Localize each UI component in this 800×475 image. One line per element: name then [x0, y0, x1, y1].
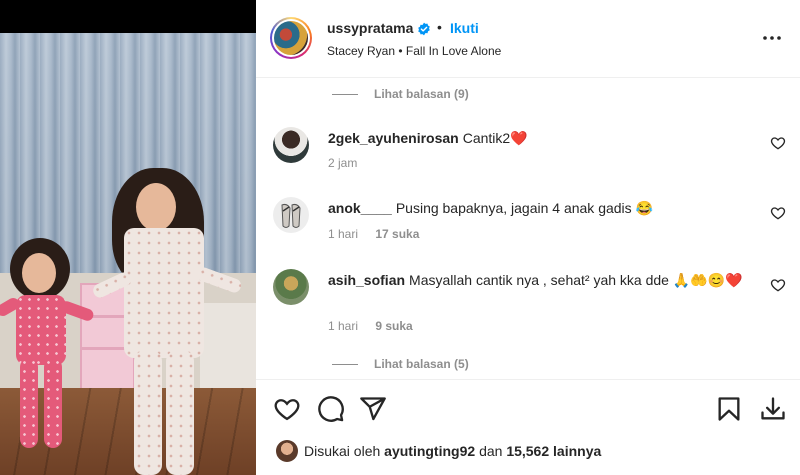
likes-suffix[interactable]: lainnya: [553, 443, 601, 459]
view-replies-button[interactable]: Lihat balasan (5): [332, 357, 469, 371]
sandals-image: [281, 203, 301, 228]
commenter-avatar[interactable]: [273, 197, 309, 233]
liker-username[interactable]: ayutingting92: [384, 443, 475, 459]
video-frame: [0, 33, 256, 475]
comment-body: Pusing bapaknya, jagain 4 anak gadis 😂: [395, 200, 653, 216]
comment-time[interactable]: 1 hari: [328, 319, 358, 333]
liker-avatar[interactable]: [276, 440, 298, 462]
post-actions-bar: Disukai oleh ayutingting92 dan 15,562 la…: [256, 379, 800, 475]
heart-icon[interactable]: [273, 395, 301, 423]
verified-badge-icon: [418, 22, 430, 36]
comment-text: anok____ Pusing bapaknya, jagain 4 anak g…: [328, 198, 748, 218]
comments-list[interactable]: Lihat balasan (9) 2gek_ayuhenirosan Canti…: [256, 79, 800, 379]
likes-middle: dan: [479, 443, 503, 459]
commenter-username[interactable]: 2gek_ayuhenirosan: [328, 130, 459, 146]
audio-track-link[interactable]: Stacey Ryan • Fall In Love Alone: [327, 44, 501, 58]
post-details-panel: ussypratama • Ikuti Stacey Ryan • Fall I…: [256, 0, 800, 475]
comment-like-heart-icon[interactable]: [770, 205, 786, 221]
comment-like-heart-icon[interactable]: [770, 135, 786, 151]
comment-bubble-icon[interactable]: [317, 395, 345, 423]
view-replies-button[interactable]: Lihat balasan (9): [332, 87, 469, 101]
author-avatar[interactable]: [270, 17, 312, 59]
commenter-username[interactable]: anok____: [328, 200, 392, 216]
commenter-username[interactable]: asih_sofian: [328, 272, 405, 288]
follow-button[interactable]: Ikuti: [450, 20, 479, 36]
post-video[interactable]: [0, 0, 256, 475]
more-options-icon[interactable]: [760, 28, 784, 48]
likes-prefix: Disukai oleh: [304, 443, 381, 459]
comment-text: 2gek_ayuhenirosan Cantik2❤️: [328, 128, 748, 148]
comment-body: Masyallah cantik nya , sehat² yah kka dd…: [409, 272, 743, 288]
video-top-bar: [0, 0, 256, 33]
comment-text: asih_sofian Masyallah cantik nya , sehat²…: [328, 270, 758, 290]
post-header: ussypratama • Ikuti Stacey Ryan • Fall I…: [256, 0, 800, 78]
comment-meta: 2 jam: [328, 156, 371, 170]
paper-plane-icon[interactable]: [359, 395, 387, 423]
comment-meta: 1 hari 9 suka: [328, 319, 427, 333]
author-username[interactable]: ussypratama: [327, 20, 413, 36]
comment-likes-count[interactable]: 9 suka: [375, 319, 412, 333]
comment-like-heart-icon[interactable]: [770, 277, 786, 293]
comment-likes-count[interactable]: 17 suka: [375, 227, 419, 241]
comment-body: Cantik2❤️: [462, 130, 528, 146]
commenter-avatar[interactable]: [273, 127, 309, 163]
separator-dot: •: [437, 19, 442, 35]
likes-count[interactable]: 15,562: [506, 443, 549, 459]
download-icon[interactable]: [759, 395, 787, 423]
bookmark-icon[interactable]: [715, 395, 743, 423]
comment-meta: 1 hari 17 suka: [328, 227, 433, 241]
comment-time[interactable]: 2 jam: [328, 156, 357, 170]
commenter-avatar[interactable]: [273, 269, 309, 305]
comment-time[interactable]: 1 hari: [328, 227, 358, 241]
